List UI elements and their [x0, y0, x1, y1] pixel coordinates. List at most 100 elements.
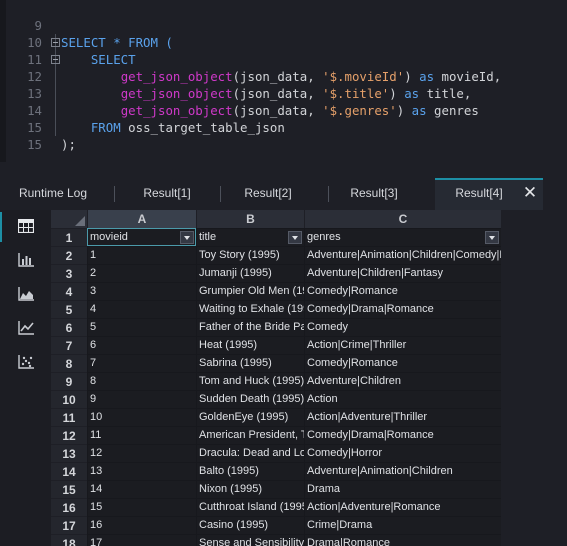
row-number[interactable]: 3	[51, 264, 87, 282]
tab-runtime-log[interactable]: Runtime Log	[0, 178, 106, 210]
filter-dropdown-icon[interactable]	[485, 231, 499, 244]
table-cell[interactable]: Sabrina (1995)	[196, 354, 304, 372]
result-grid[interactable]: A B C 1 movieid title genres 2 1 Toy Story (19…	[51, 210, 501, 546]
column-header-c[interactable]: C	[304, 210, 501, 228]
table-cell[interactable]: Comedy|Drama|Romance	[304, 300, 501, 318]
table-cell[interactable]: Comedy|Romance	[304, 282, 501, 300]
table-cell[interactable]: Comedy|Horror	[304, 444, 501, 462]
table-cell[interactable]: Dracula: Dead and Loving It (1995)	[196, 444, 304, 462]
close-tab-icon[interactable]: ✕	[516, 178, 544, 210]
table-cell[interactable]: Comedy	[304, 318, 501, 336]
column-header-a[interactable]: A	[87, 210, 196, 228]
filter-dropdown-icon[interactable]	[288, 231, 302, 244]
code-line[interactable]: 15);	[0, 136, 567, 153]
row-number[interactable]: 10	[51, 390, 87, 408]
sql-editor[interactable]: 9 10 SELECT * FROM (11 SELECT 12 get_json_o…	[0, 0, 567, 162]
table-cell[interactable]: 10	[87, 408, 196, 426]
table-cell[interactable]: 17	[87, 534, 196, 546]
fold-toggle-icon[interactable]	[51, 38, 60, 47]
table-cell[interactable]: 16	[87, 516, 196, 534]
table-cell[interactable]: 2	[87, 264, 196, 282]
code-line[interactable]: 10 SELECT * FROM (	[0, 34, 567, 51]
table-cell[interactable]: 13	[87, 462, 196, 480]
table-cell[interactable]: 8	[87, 372, 196, 390]
row-number[interactable]: 15	[51, 480, 87, 498]
table-cell[interactable]: 4	[87, 300, 196, 318]
row-number[interactable]: 11	[51, 408, 87, 426]
code-line[interactable]: 12 get_json_object(json_data, '$.movieId…	[0, 68, 567, 85]
table-cell[interactable]: Grumpier Old Men (1995)	[196, 282, 304, 300]
table-cell[interactable]: Casino (1995)	[196, 516, 304, 534]
table-cell[interactable]: Nixon (1995)	[196, 480, 304, 498]
row-number[interactable]: 13	[51, 444, 87, 462]
table-cell[interactable]: Sudden Death (1995)	[196, 390, 304, 408]
table-view-button[interactable]	[0, 212, 43, 242]
code-line[interactable]: 9	[0, 17, 567, 34]
table-cell[interactable]: Adventure|Animation|Children|Comedy|Fant…	[304, 246, 501, 264]
table-cell[interactable]: Jumanji (1995)	[196, 264, 304, 282]
table-cell[interactable]: Father of the Bride Part II (1995)	[196, 318, 304, 336]
tab-result-1[interactable]: Result[1]	[114, 178, 220, 210]
header-row-number[interactable]: 1	[51, 228, 87, 246]
table-cell[interactable]: GoldenEye (1995)	[196, 408, 304, 426]
code-line[interactable]: 13 get_json_object(json_data, '$.title')…	[0, 85, 567, 102]
table-cell[interactable]: 1	[87, 246, 196, 264]
select-all-corner[interactable]	[51, 210, 87, 228]
table-cell[interactable]: Waiting to Exhale (1995)	[196, 300, 304, 318]
row-number[interactable]: 8	[51, 354, 87, 372]
row-number[interactable]: 4	[51, 282, 87, 300]
tab-result-2[interactable]: Result[2]	[220, 178, 316, 210]
row-number[interactable]: 14	[51, 462, 87, 480]
row-number[interactable]: 18	[51, 534, 87, 546]
table-cell[interactable]: Tom and Huck (1995)	[196, 372, 304, 390]
code-line[interactable]: 15 FROM oss_target_table_json	[0, 119, 567, 136]
table-cell[interactable]: American President, The (1995)	[196, 426, 304, 444]
table-cell[interactable]: 12	[87, 444, 196, 462]
table-cell[interactable]: Adventure|Animation|Children	[304, 462, 501, 480]
tab-result-3[interactable]: Result[3]	[328, 178, 420, 210]
table-cell[interactable]: Action|Adventure|Thriller	[304, 408, 501, 426]
table-cell[interactable]: Heat (1995)	[196, 336, 304, 354]
line-chart-button[interactable]	[9, 314, 43, 344]
row-number[interactable]: 9	[51, 372, 87, 390]
table-cell[interactable]: 14	[87, 480, 196, 498]
table-cell[interactable]: Cutthroat Island (1995)	[196, 498, 304, 516]
row-number[interactable]: 6	[51, 318, 87, 336]
table-cell[interactable]: 15	[87, 498, 196, 516]
table-cell[interactable]: Action	[304, 390, 501, 408]
table-cell[interactable]: Action|Crime|Thriller	[304, 336, 501, 354]
field-header-cell[interactable]: genres	[304, 228, 501, 246]
table-cell[interactable]: Action|Adventure|Romance	[304, 498, 501, 516]
row-number[interactable]: 5	[51, 300, 87, 318]
table-cell[interactable]: 11	[87, 426, 196, 444]
table-cell[interactable]: Comedy|Romance	[304, 354, 501, 372]
table-cell[interactable]: Adventure|Children	[304, 372, 501, 390]
filter-dropdown-icon[interactable]	[180, 231, 194, 244]
table-cell[interactable]: 7	[87, 354, 196, 372]
code-line[interactable]: 14 get_json_object(json_data, '$.genres'…	[0, 102, 567, 119]
table-cell[interactable]: Adventure|Children|Fantasy	[304, 264, 501, 282]
table-cell[interactable]: 5	[87, 318, 196, 336]
table-cell[interactable]: Balto (1995)	[196, 462, 304, 480]
fold-toggle-icon[interactable]	[51, 55, 60, 64]
table-cell[interactable]: 6	[87, 336, 196, 354]
table-cell[interactable]: Drama	[304, 480, 501, 498]
table-cell[interactable]: 3	[87, 282, 196, 300]
bar-chart-button[interactable]	[9, 246, 43, 276]
code-line[interactable]: 11 SELECT	[0, 51, 567, 68]
table-cell[interactable]: Toy Story (1995)	[196, 246, 304, 264]
row-number[interactable]: 7	[51, 336, 87, 354]
table-cell[interactable]: Sense and Sensibility (1995)	[196, 534, 304, 546]
area-chart-button[interactable]	[9, 280, 43, 310]
row-number[interactable]: 17	[51, 516, 87, 534]
row-number[interactable]: 2	[51, 246, 87, 264]
row-number[interactable]: 12	[51, 426, 87, 444]
table-cell[interactable]: Comedy|Drama|Romance	[304, 426, 501, 444]
scatter-chart-button[interactable]	[9, 348, 43, 378]
column-header-b[interactable]: B	[196, 210, 304, 228]
field-header-cell[interactable]: title	[196, 228, 304, 246]
table-cell[interactable]: Drama|Romance	[304, 534, 501, 546]
field-header-cell[interactable]: movieid	[87, 228, 196, 246]
table-cell[interactable]: 9	[87, 390, 196, 408]
table-cell[interactable]: Crime|Drama	[304, 516, 501, 534]
